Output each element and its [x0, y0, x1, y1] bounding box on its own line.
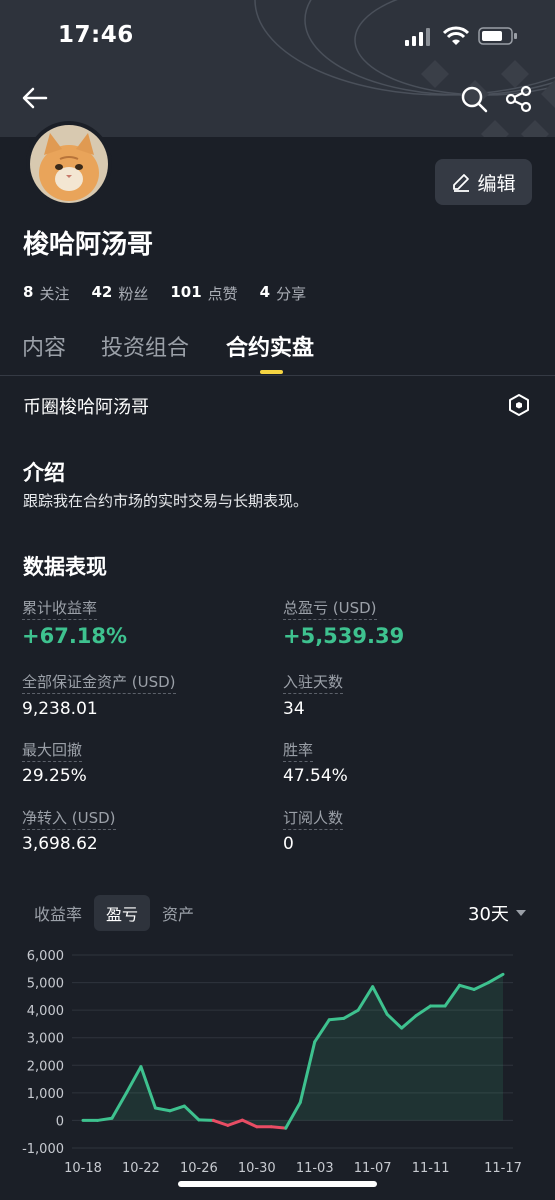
stat-value: 8	[23, 283, 34, 301]
status-bar: 17:46	[0, 0, 555, 70]
edit-label: 编辑	[477, 172, 516, 195]
profile-stats: 8 关注 42 粉丝 101 点赞 4 分享	[23, 283, 328, 304]
intro-title: 介绍	[23, 461, 65, 485]
metric-label-margin-assets[interactable]: 全部保证金资产 (USD)	[22, 671, 176, 694]
pnl-line-segment	[269, 1125, 288, 1130]
y-tick-label: 4,000	[27, 1004, 64, 1019]
edit-profile-button[interactable]: 编辑	[435, 159, 532, 205]
metric-value-win-rate: 47.54%	[283, 766, 348, 786]
metric-value-cumulative-return: +67.18%	[22, 624, 128, 648]
avatar[interactable]	[26, 121, 112, 207]
range-select[interactable]: 30天	[468, 900, 527, 926]
stat-value: 101	[170, 283, 202, 301]
chart-tab-return-rate[interactable]: 收益率	[22, 895, 94, 931]
x-tick-label: 10-22	[122, 1161, 160, 1176]
stat-followers[interactable]: 42 粉丝	[91, 283, 148, 304]
home-indicator	[178, 1181, 377, 1187]
cellular-signal-icon	[405, 28, 430, 46]
x-tick-label: 11-07	[354, 1161, 392, 1176]
x-tick-label: 10-26	[180, 1161, 218, 1176]
stat-likes[interactable]: 101 点赞	[170, 283, 237, 304]
pencil-icon	[453, 174, 470, 192]
x-tick-label: 11-11	[412, 1161, 450, 1176]
metric-value-subscribers: 0	[283, 834, 294, 854]
active-tab-indicator	[260, 370, 283, 374]
stat-shares[interactable]: 4 分享	[260, 283, 306, 304]
intro-text: 跟踪我在合约市场的实时交易与长期表现。	[23, 492, 309, 510]
y-tick-label: 2,000	[27, 1059, 64, 1074]
stat-value: 4	[259, 283, 271, 301]
stat-label: 关注	[39, 285, 70, 303]
y-tick-label: 0	[56, 1114, 64, 1129]
stat-label: 粉丝	[118, 285, 149, 303]
metric-value-net-transfer: 3,698.62	[22, 834, 98, 854]
battery-icon	[478, 27, 517, 45]
tab-content[interactable]: 内容	[22, 330, 66, 362]
metric-label-win-rate[interactable]: 胜率	[283, 739, 314, 762]
cat-avatar-image	[30, 125, 108, 203]
x-tick-label: 11-17	[484, 1161, 522, 1176]
back-arrow-icon[interactable]	[22, 86, 48, 110]
caret-down-icon	[515, 910, 526, 916]
pnl-line-segment	[197, 1118, 215, 1122]
x-tick-label: 11-03	[296, 1161, 334, 1176]
y-tick-label: 1,000	[27, 1087, 64, 1102]
x-tick-label: 10-18	[64, 1161, 102, 1176]
pnl-line-chart[interactable]: -1,000 0 1,000 2,000 3,000 4,000 5,000 6,000 10-…	[0, 940, 555, 1185]
circle-name[interactable]: 币圈梭哈阿汤哥	[23, 393, 149, 419]
pnl-area-fill	[83, 974, 503, 1129]
y-tick-label: -1,000	[22, 1142, 64, 1157]
username: 梭哈阿汤哥	[23, 230, 154, 260]
metric-label-max-drawdown[interactable]: 最大回撤	[22, 739, 83, 762]
x-tick-label: 10-30	[238, 1161, 276, 1176]
pnl-line-segment	[327, 1016, 346, 1022]
tab-portfolio[interactable]: 投资组合	[101, 330, 189, 362]
stat-following[interactable]: 8 关注	[23, 283, 69, 304]
metric-label-net-transfer[interactable]: 净转入 (USD)	[22, 807, 116, 830]
metric-label-cumulative-return[interactable]: 累计收益率	[22, 597, 98, 620]
status-time: 17:46	[58, 22, 134, 48]
search-icon[interactable]	[460, 85, 488, 113]
performance-title: 数据表现	[23, 555, 107, 579]
stat-label: 点赞	[207, 285, 238, 303]
cube-icon[interactable]	[507, 393, 531, 417]
tab-futures-live[interactable]: 合约实盘	[226, 330, 314, 362]
metric-value-margin-assets: 9,238.01	[22, 699, 98, 719]
metric-label-subscribers[interactable]: 订阅人数	[283, 807, 344, 830]
range-value: 30天	[468, 904, 509, 925]
chart-tab-assets[interactable]: 资产	[150, 895, 206, 931]
metric-label-total-pnl[interactable]: 总盈亏 (USD)	[283, 597, 377, 620]
y-tick-label: 5,000	[27, 977, 64, 992]
chart-type-tabs: 收益率 盈亏 资产	[22, 895, 206, 931]
metric-value-max-drawdown: 29.25%	[22, 766, 87, 786]
wifi-icon	[443, 26, 469, 45]
y-tick-label: 3,000	[27, 1032, 64, 1047]
metric-value-days-joined: 34	[283, 699, 305, 719]
metric-value-total-pnl: +5,539.39	[283, 624, 405, 648]
y-tick-label: 6,000	[27, 949, 64, 964]
stat-label: 分享	[276, 285, 307, 303]
metric-label-days-joined[interactable]: 入驻天数	[283, 671, 344, 694]
chart-tab-pnl[interactable]: 盈亏	[94, 895, 151, 931]
top-nav	[0, 80, 555, 120]
share-icon[interactable]	[505, 85, 533, 113]
profile-tabs: 内容 投资组合 合约实盘	[0, 330, 555, 376]
stat-value: 42	[91, 283, 113, 301]
